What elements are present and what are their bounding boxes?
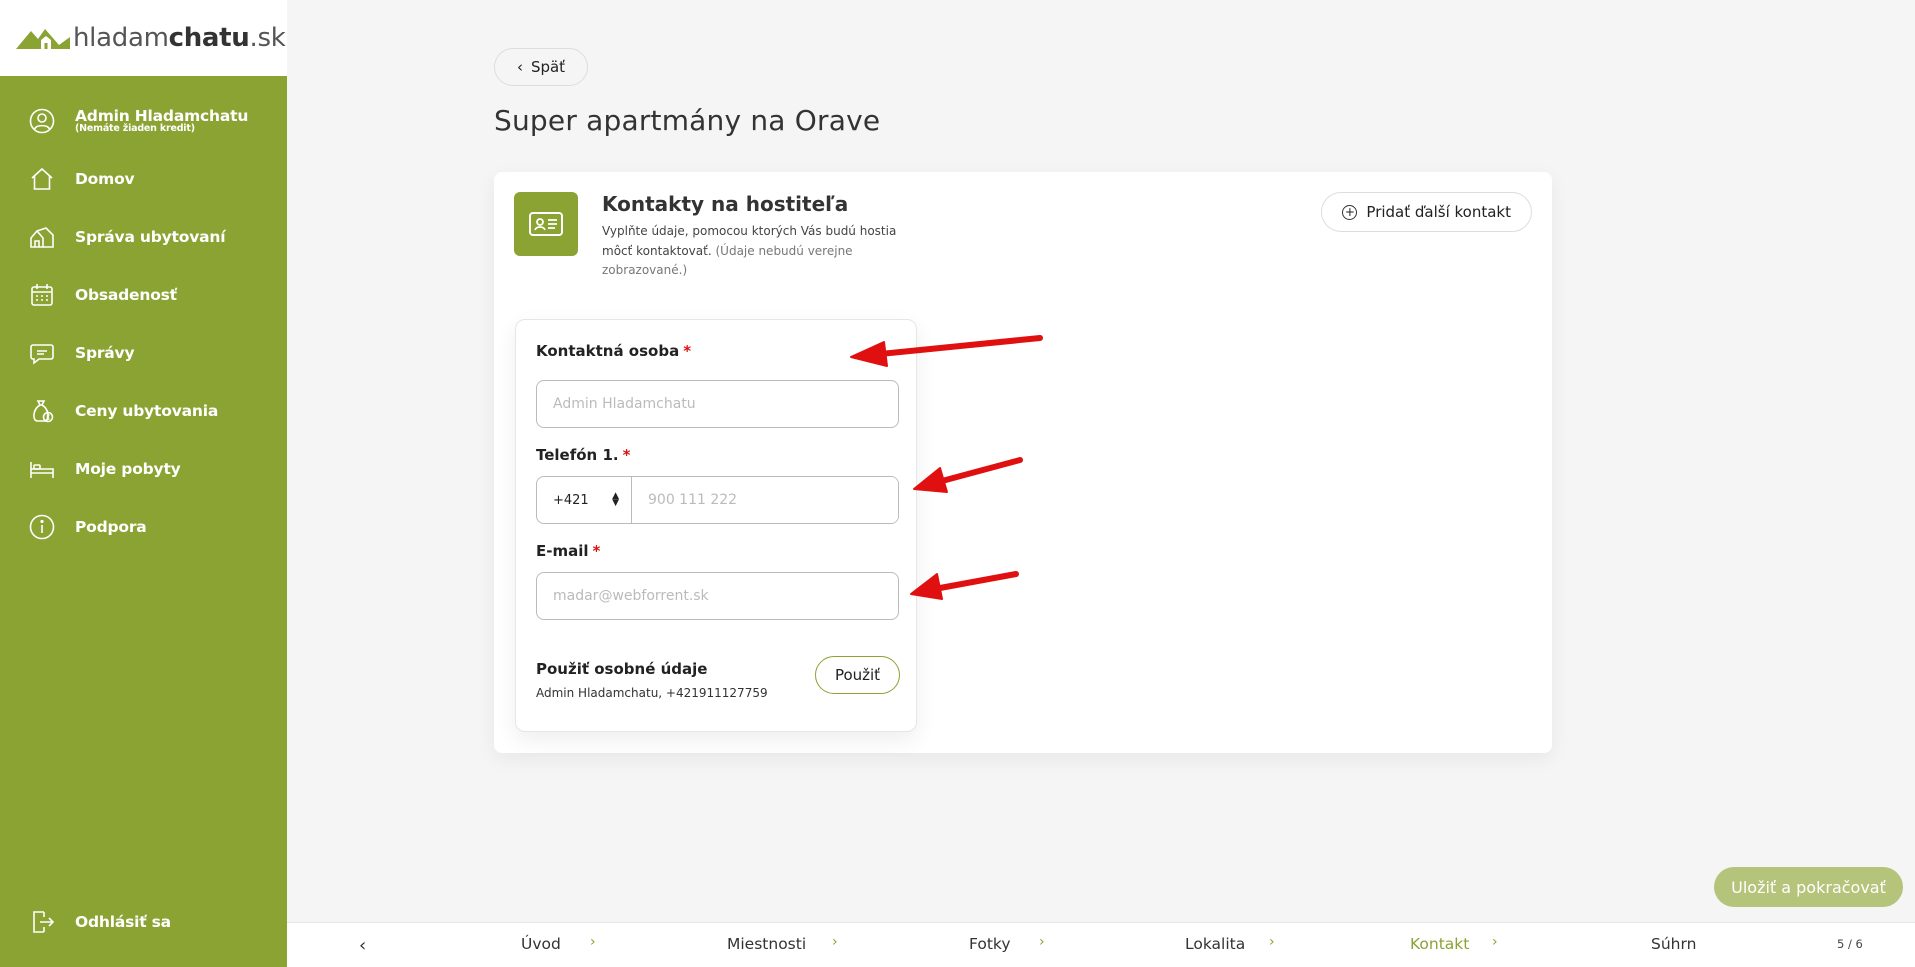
sidebar-item-occupancy[interactable]: Obsadenosť xyxy=(0,266,287,324)
host-contacts-card: Kontakty na hostiteľa Vyplňte údaje, pom… xyxy=(494,172,1552,753)
money-bag-icon xyxy=(29,398,55,424)
chevron-left-icon[interactable]: ‹ xyxy=(359,935,366,956)
chevron-right-icon: › xyxy=(1492,934,1498,950)
phone-prefix-select[interactable]: +421 ▲ ▼ xyxy=(537,477,632,523)
step-location[interactable]: Lokalita xyxy=(1185,935,1245,953)
plus-circle-icon: + xyxy=(1342,204,1358,220)
houses-icon xyxy=(29,224,55,250)
sidebar-item-home[interactable]: Domov xyxy=(0,150,287,208)
sidebar-item-user[interactable]: Admin Hladamchatu (Nemáte žiaden kredit) xyxy=(0,92,287,150)
logo[interactable]: hladamchatu.sk xyxy=(0,0,287,76)
sidebar-item-support[interactable]: Podpora xyxy=(0,498,287,556)
bed-icon xyxy=(29,456,55,482)
back-button[interactable]: ‹ Späť xyxy=(494,48,588,86)
steps-bar: ‹ Úvod › Miestnosti › Fotky › Lokalita ›… xyxy=(287,922,1915,967)
save-continue-button[interactable]: Uložiť a pokračovať xyxy=(1714,867,1903,907)
card-title: Kontakty na hostiteľa xyxy=(602,192,849,216)
sidebar: hladamchatu.sk Admin Hladamchatu (Nemáte… xyxy=(0,0,287,967)
step-contact[interactable]: Kontakt xyxy=(1410,935,1469,953)
sidebar-item-stays[interactable]: Moje pobyty xyxy=(0,440,287,498)
contact-person-label: Kontaktná osoba * xyxy=(536,342,692,360)
use-personal-data-title: Použiť osobné údaje xyxy=(536,660,708,678)
step-summary[interactable]: Súhrn xyxy=(1651,935,1696,953)
user-icon xyxy=(29,108,55,134)
sidebar-item-prices[interactable]: Ceny ubytovania xyxy=(0,382,287,440)
home-icon xyxy=(29,166,55,192)
use-personal-data-button[interactable]: Použiť xyxy=(815,656,900,694)
chevron-right-icon: › xyxy=(590,934,596,950)
step-counter: 5 / 6 xyxy=(1837,937,1863,951)
sidebar-item-messages[interactable]: Správy xyxy=(0,324,287,382)
sidebar-item-accommodations[interactable]: Správa ubytovaní xyxy=(0,208,287,266)
logo-mountain-icon xyxy=(16,29,70,49)
sidebar-nav: Admin Hladamchatu (Nemáte žiaden kredit)… xyxy=(0,76,287,556)
add-contact-button[interactable]: + Pridať ďalší kontakt xyxy=(1321,192,1532,232)
use-personal-data-info: Admin Hladamchatu, +421911127759 xyxy=(536,686,768,700)
phone-label: Telefón 1. * xyxy=(536,446,631,464)
chevron-right-icon: › xyxy=(1269,934,1275,950)
chevron-right-icon: › xyxy=(832,934,838,950)
id-card-icon xyxy=(514,192,578,256)
chevron-right-icon: › xyxy=(1039,934,1045,950)
phone-field: +421 ▲ ▼ xyxy=(536,476,899,524)
select-arrows-icon: ▲ ▼ xyxy=(612,491,619,508)
chevron-left-icon: ‹ xyxy=(516,58,523,76)
calendar-icon xyxy=(29,282,55,308)
contact-person-input[interactable] xyxy=(536,380,899,428)
email-label: E-mail * xyxy=(536,542,601,560)
user-credit: (Nemáte žiaden kredit) xyxy=(75,123,195,134)
step-rooms[interactable]: Miestnosti xyxy=(727,935,806,953)
logout-icon xyxy=(29,909,55,935)
step-photos[interactable]: Fotky xyxy=(969,935,1011,953)
card-description: Vyplňte údaje, pomocou ktorých Vás budú … xyxy=(602,224,897,277)
contact-form: Kontaktná osoba* Telefón 1.* +421 ▲▼ E-m… xyxy=(515,319,917,732)
step-intro[interactable]: Úvod xyxy=(521,935,561,953)
page-title: Super apartmány na Orave xyxy=(494,104,881,137)
logout-button[interactable]: Odhlásiť sa xyxy=(0,893,287,951)
info-icon xyxy=(29,514,55,540)
phone-input[interactable] xyxy=(632,477,898,523)
email-input[interactable] xyxy=(536,572,899,620)
chat-icon xyxy=(29,340,55,366)
